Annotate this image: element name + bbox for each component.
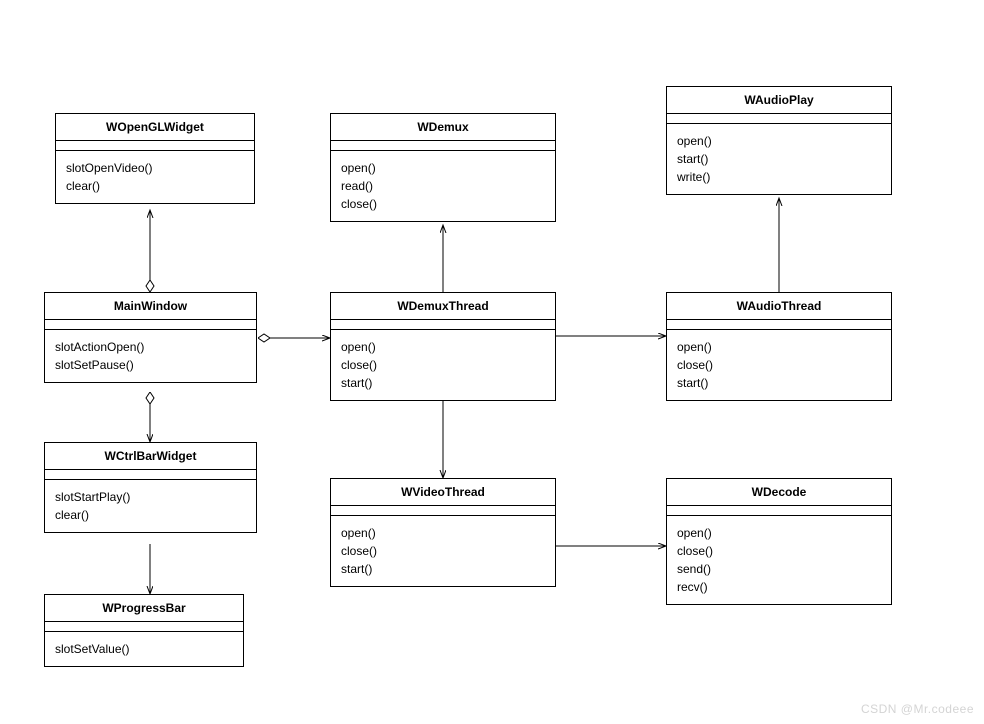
method: open()	[341, 524, 545, 542]
method: clear()	[55, 506, 246, 524]
method: open()	[341, 338, 545, 356]
class-spacer	[667, 320, 891, 330]
class-title: WProgressBar	[45, 595, 243, 622]
class-title: WVideoThread	[331, 479, 555, 506]
class-methods: open() start() write()	[667, 124, 891, 194]
method: write()	[677, 168, 881, 186]
class-title: WAudioPlay	[667, 87, 891, 114]
class-wprogressbar: WProgressBar slotSetValue()	[44, 594, 244, 667]
method: start()	[341, 374, 545, 392]
class-methods: open() close() start()	[667, 330, 891, 400]
class-waudiothread: WAudioThread open() close() start()	[666, 292, 892, 401]
class-waudioplay: WAudioPlay open() start() write()	[666, 86, 892, 195]
method: slotActionOpen()	[55, 338, 246, 356]
method: start()	[677, 150, 881, 168]
class-methods: slotOpenVideo() clear()	[56, 151, 254, 203]
class-methods: open() close() start()	[331, 330, 555, 400]
class-wdemuxthread: WDemuxThread open() close() start()	[330, 292, 556, 401]
class-spacer	[45, 320, 256, 330]
method: slotOpenVideo()	[66, 159, 244, 177]
method: read()	[341, 177, 545, 195]
method: clear()	[66, 177, 244, 195]
method: recv()	[677, 578, 881, 596]
method: start()	[677, 374, 881, 392]
method: slotSetPause()	[55, 356, 246, 374]
class-spacer	[331, 506, 555, 516]
class-spacer	[45, 470, 256, 480]
class-title: WDemuxThread	[331, 293, 555, 320]
class-mainwindow: MainWindow slotActionOpen() slotSetPause…	[44, 292, 257, 383]
class-wdemux: WDemux open() read() close()	[330, 113, 556, 222]
class-title: WDecode	[667, 479, 891, 506]
class-title: WCtrlBarWidget	[45, 443, 256, 470]
method: open()	[341, 159, 545, 177]
class-methods: slotActionOpen() slotSetPause()	[45, 330, 256, 382]
class-methods: slotStartPlay() clear()	[45, 480, 256, 532]
class-title: WDemux	[331, 114, 555, 141]
method: open()	[677, 338, 881, 356]
method: close()	[341, 356, 545, 374]
method: slotStartPlay()	[55, 488, 246, 506]
class-title: WAudioThread	[667, 293, 891, 320]
class-spacer	[667, 506, 891, 516]
class-wopenglwidget: WOpenGLWidget slotOpenVideo() clear()	[55, 113, 255, 204]
class-spacer	[56, 141, 254, 151]
method: close()	[341, 542, 545, 560]
method: send()	[677, 560, 881, 578]
class-wctrlbarwidget: WCtrlBarWidget slotStartPlay() clear()	[44, 442, 257, 533]
class-methods: open() read() close()	[331, 151, 555, 221]
class-spacer	[45, 622, 243, 632]
method: close()	[677, 356, 881, 374]
class-wdecode: WDecode open() close() send() recv()	[666, 478, 892, 605]
method: close()	[341, 195, 545, 213]
watermark: CSDN @Mr.codeee	[861, 702, 974, 716]
method: open()	[677, 524, 881, 542]
class-spacer	[331, 141, 555, 151]
class-spacer	[667, 114, 891, 124]
class-wvideothread: WVideoThread open() close() start()	[330, 478, 556, 587]
method: open()	[677, 132, 881, 150]
class-title: MainWindow	[45, 293, 256, 320]
class-methods: open() close() start()	[331, 516, 555, 586]
class-methods: slotSetValue()	[45, 632, 243, 666]
class-spacer	[331, 320, 555, 330]
class-title: WOpenGLWidget	[56, 114, 254, 141]
class-methods: open() close() send() recv()	[667, 516, 891, 604]
method: start()	[341, 560, 545, 578]
method: slotSetValue()	[55, 640, 233, 658]
method: close()	[677, 542, 881, 560]
